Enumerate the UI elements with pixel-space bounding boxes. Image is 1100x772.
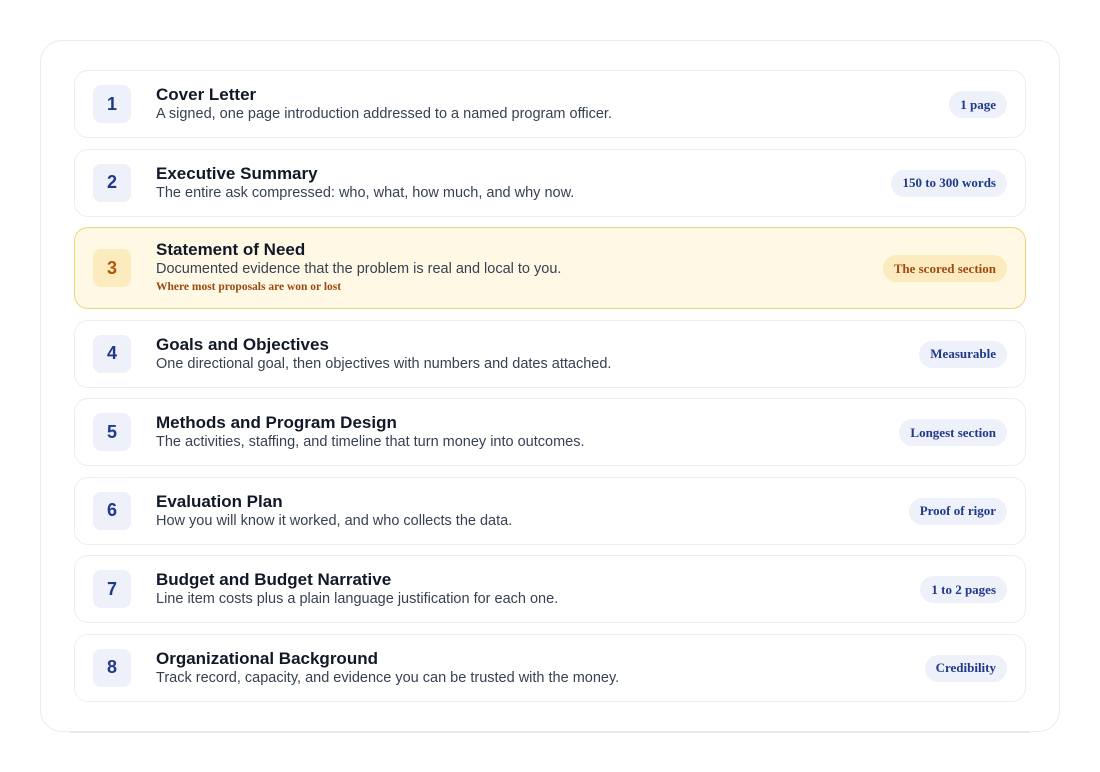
section-title: Organizational Background bbox=[156, 648, 378, 668]
section-number: 5 bbox=[93, 413, 131, 451]
section-number: 6 bbox=[93, 491, 131, 530]
section-title: Evaluation Plan bbox=[156, 491, 283, 511]
section-text: Methods and Program Design The activitie… bbox=[156, 413, 825, 452]
section-text: Executive Summary The entire ask compres… bbox=[156, 164, 825, 203]
section-list: 1 Cover Letter A signed, one page introd… bbox=[74, 70, 1026, 712]
section-description: Track record, capacity, and evidence you… bbox=[156, 669, 620, 686]
section-number: 1 bbox=[93, 85, 131, 123]
section-number: 8 bbox=[93, 648, 131, 687]
section-title: Methods and Program Design bbox=[156, 413, 397, 432]
section-description: One directional goal, then objectives wi… bbox=[156, 355, 612, 372]
section-note: Where most proposals are won or lost bbox=[156, 281, 342, 293]
card-bottom-divider bbox=[70, 732, 1030, 733]
section-text: Statement of Need Documented evidence th… bbox=[156, 240, 825, 295]
section-text: Cover Letter A signed, one page introduc… bbox=[156, 85, 825, 124]
section-number: 3 bbox=[93, 249, 131, 287]
section-text: Goals and Objectives One directional goa… bbox=[156, 335, 825, 374]
section-description: Documented evidence that the problem is … bbox=[156, 261, 562, 277]
section-number: 7 bbox=[93, 570, 131, 608]
section-description: A signed, one page introduction addresse… bbox=[156, 106, 612, 122]
section-number: 2 bbox=[93, 163, 131, 202]
section-description: The activities, staffing, and timeline t… bbox=[156, 434, 585, 450]
section-title: Goals and Objectives bbox=[156, 334, 329, 354]
section-item-goals-and-objectives: 4 Goals and Objectives One directional g… bbox=[74, 319, 1026, 388]
section-title: Executive Summary bbox=[156, 163, 318, 183]
section-item-methods-and-program-design: 5 Methods and Program Design The activit… bbox=[74, 398, 1026, 466]
section-text: Organizational Background Track record, … bbox=[156, 649, 825, 688]
section-badge: Measurable bbox=[919, 340, 1007, 368]
section-title: Cover Letter bbox=[156, 85, 257, 104]
section-badge: Longest section bbox=[899, 419, 1007, 446]
section-title: Statement of Need bbox=[156, 240, 306, 259]
section-item-cover-letter: 1 Cover Letter A signed, one page introd… bbox=[74, 70, 1026, 138]
section-item-executive-summary: 2 Executive Summary The entire ask compr… bbox=[74, 148, 1026, 217]
section-item-evaluation-plan: 6 Evaluation Plan How you will know it w… bbox=[74, 476, 1026, 545]
section-badge: 1 to 2 pages bbox=[920, 576, 1007, 603]
section-badge: 150 to 300 words bbox=[891, 169, 1007, 197]
section-description: The entire ask compressed: who, what, ho… bbox=[156, 184, 575, 201]
section-badge: Credibility bbox=[924, 654, 1007, 682]
section-item-budget-and-budget-narrative: 7 Budget and Budget Narrative Line item … bbox=[74, 555, 1026, 623]
section-title: Budget and Budget Narrative bbox=[156, 570, 392, 589]
section-description: Line item costs plus a plain language ju… bbox=[156, 591, 559, 607]
section-badge: Proof of rigor bbox=[908, 497, 1007, 525]
section-text: Budget and Budget Narrative Line item co… bbox=[156, 570, 825, 609]
section-text: Evaluation Plan How you will know it wor… bbox=[156, 492, 825, 531]
section-item-statement-of-need: 3 Statement of Need Documented evidence … bbox=[74, 227, 1026, 309]
section-item-organizational-background: 8 Organizational Background Track record… bbox=[74, 633, 1026, 702]
section-badge: The scored section bbox=[882, 255, 1007, 282]
section-number: 4 bbox=[93, 334, 131, 373]
section-description: How you will know it worked, and who col… bbox=[156, 512, 513, 529]
section-badge: 1 page bbox=[949, 91, 1007, 118]
